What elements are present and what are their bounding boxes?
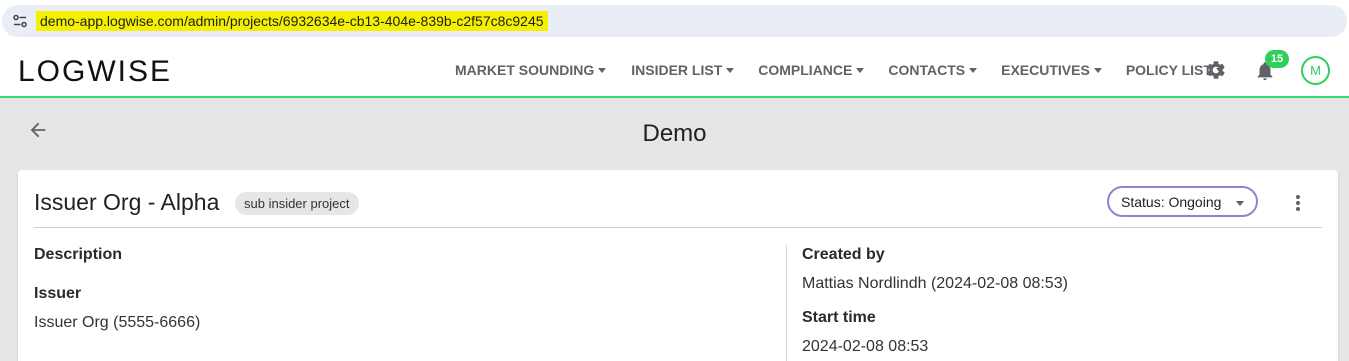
nav-label: COMPLIANCE [758, 62, 853, 78]
nav-executives[interactable]: EXECUTIVES [1001, 62, 1102, 78]
url-text[interactable]: demo-app.logwise.com/admin/projects/6932… [36, 11, 548, 31]
project-type-chip: sub insider project [235, 192, 359, 215]
column-divider [786, 245, 787, 361]
created-by-value: Mattias Nordlindh (2024-02-08 08:53) [802, 275, 1068, 292]
app-header: LOGWISE MARKET SOUNDING INSIDER LIST COM… [0, 44, 1349, 98]
description-label: Description [34, 246, 123, 263]
page-title: Demo [642, 120, 707, 147]
caret-down-icon [1093, 68, 1102, 73]
start-time-label: Start time [802, 309, 876, 326]
start-time-value: 2024-02-08 08:53 [802, 338, 929, 355]
issuer-label: Issuer [34, 285, 82, 302]
caret-down-icon [856, 68, 865, 73]
created-by-label: Created by [802, 246, 885, 263]
nav-compliance[interactable]: COMPLIANCE [758, 62, 865, 78]
divider [34, 227, 1322, 228]
status-select[interactable]: Status: Ongoing [1107, 186, 1258, 217]
gear-icon[interactable] [1205, 59, 1227, 81]
avatar[interactable]: M [1301, 56, 1330, 85]
browser-address-bar: demo-app.logwise.com/admin/projects/6932… [0, 0, 1349, 44]
notification-badge: 15 [1265, 50, 1289, 68]
project-card: Issuer Org - Alpha sub insider project S… [18, 170, 1338, 361]
caret-down-icon [726, 68, 735, 73]
main-nav: MARKET SOUNDING INSIDER LIST COMPLIANCE … [455, 44, 1224, 96]
caret-down-icon [969, 68, 978, 73]
project-name: Issuer Org - Alpha [34, 189, 220, 215]
site-info-icon[interactable] [12, 13, 28, 29]
url-field[interactable]: demo-app.logwise.com/admin/projects/6932… [2, 5, 1347, 37]
issuer-value: Issuer Org (5555-6666) [34, 314, 201, 331]
caret-down-icon [598, 68, 607, 73]
nav-label: INSIDER LIST [631, 62, 723, 78]
nav-label: CONTACTS [888, 62, 966, 78]
nav-contacts[interactable]: CONTACTS [888, 62, 978, 78]
nav-label: EXECUTIVES [1001, 62, 1090, 78]
more-options-icon[interactable] [1288, 192, 1308, 214]
caret-down-icon [1236, 201, 1244, 206]
logo[interactable]: LOGWISE [18, 57, 172, 87]
nav-insider-list[interactable]: INSIDER LIST [631, 62, 735, 78]
status-value: Status: Ongoing [1121, 193, 1222, 210]
nav-label: MARKET SOUNDING [455, 62, 595, 78]
nav-label: POLICY LIST [1125, 62, 1212, 78]
nav-market-sounding[interactable]: MARKET SOUNDING [455, 62, 607, 78]
